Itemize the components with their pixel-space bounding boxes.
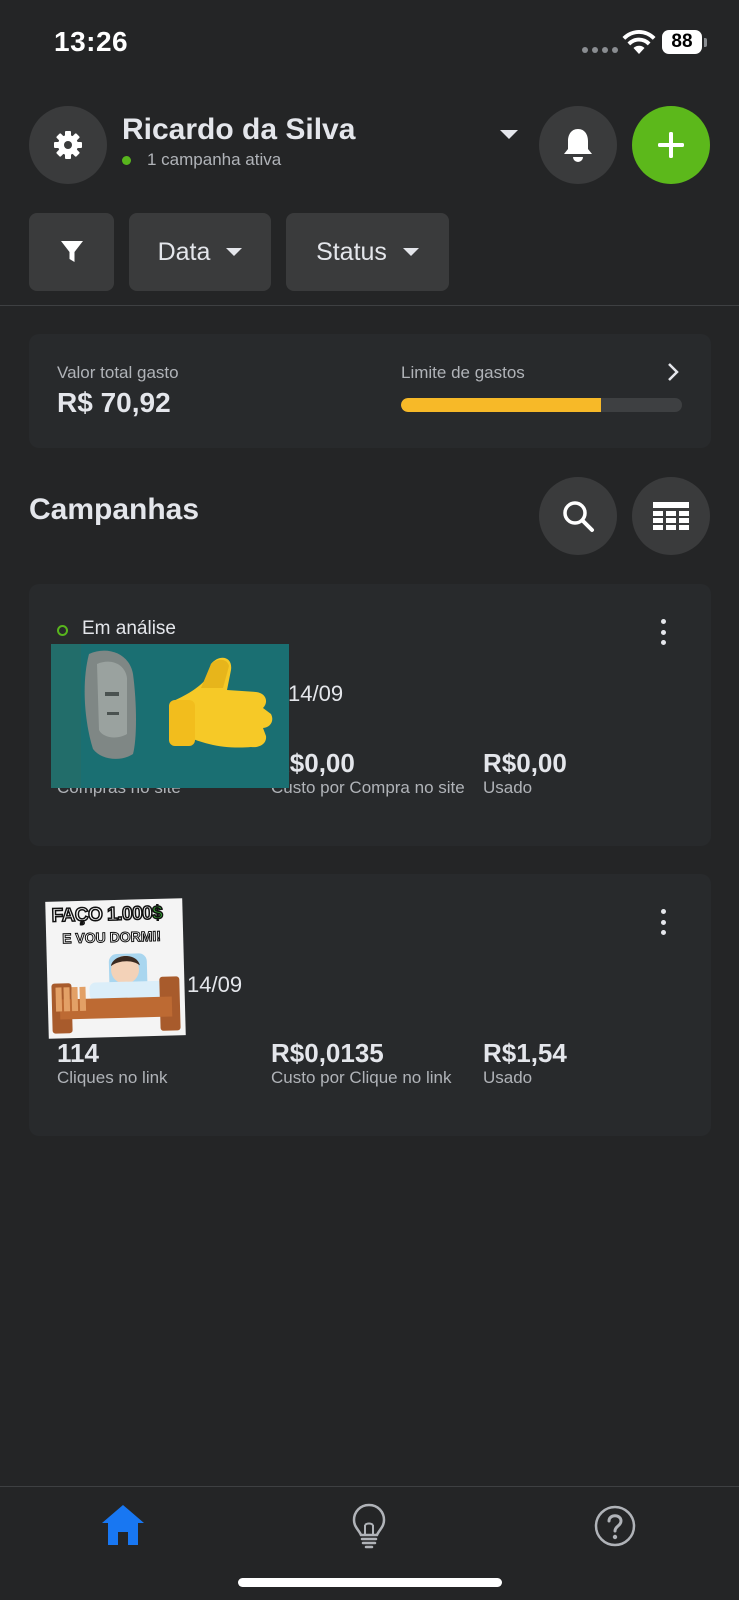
metric-label: Usado xyxy=(483,1068,533,1087)
campaign-date: 14/09 xyxy=(187,972,243,997)
help-icon[interactable] xyxy=(593,1504,637,1548)
metric-value: 114 xyxy=(57,1038,99,1068)
status-filter-dropdown[interactable]: Status xyxy=(286,213,449,291)
create-campaign-button[interactable] xyxy=(632,106,710,184)
total-spent-value: R$ 70,92 xyxy=(57,387,171,418)
metric-value: R$1,54 xyxy=(483,1038,567,1068)
account-name[interactable]: Ricardo da Silva xyxy=(122,113,355,147)
search-button[interactable] xyxy=(539,477,617,555)
settings-button[interactable] xyxy=(29,106,107,184)
campaign-thumbnail: FAÇO 1.000$ E VOU DORMI! xyxy=(45,898,186,1039)
spending-limit-label[interactable]: Limite de gastos xyxy=(401,363,525,383)
campaigns-title: Campanhas xyxy=(29,493,200,526)
thumbnail-headline: FAÇO 1.000$ xyxy=(51,902,164,927)
active-campaigns-label: 1 campanha ativa xyxy=(147,150,282,169)
more-options-button[interactable] xyxy=(651,907,675,937)
sleeping-bed-image xyxy=(51,953,181,1034)
metric-label: Usado xyxy=(483,778,533,797)
date-filter-dropdown[interactable]: Data xyxy=(129,213,271,291)
metric-label: Cliques no link xyxy=(57,1068,168,1087)
metric-value: R$0,0135 xyxy=(271,1038,384,1068)
table-icon xyxy=(653,502,689,530)
chevron-right-icon[interactable] xyxy=(663,360,683,384)
total-spent-label: Valor total gasto xyxy=(57,363,179,382)
metric-value: R$0,00 xyxy=(483,748,567,778)
battery-indicator: 88 xyxy=(662,30,702,54)
lightbulb-icon[interactable] xyxy=(345,1501,393,1549)
spending-limit-progress xyxy=(401,398,682,412)
review-status-icon xyxy=(57,625,68,636)
bell-icon xyxy=(564,129,592,162)
account-dropdown-icon[interactable] xyxy=(500,130,518,139)
campaign-status: Em análise xyxy=(82,618,176,639)
table-view-button[interactable] xyxy=(632,477,710,555)
chevron-down-icon xyxy=(226,248,243,256)
header-divider xyxy=(0,305,739,306)
metric-label: Custo por Compra no site xyxy=(271,778,465,797)
home-icon[interactable] xyxy=(99,1501,147,1549)
date-filter-label: Data xyxy=(157,237,211,266)
campaign-date: 14/09 xyxy=(288,681,344,706)
more-options-button[interactable] xyxy=(651,617,675,647)
cellular-signal-icon xyxy=(582,47,618,53)
spending-limit-progress-fill xyxy=(401,398,601,412)
battery-cap xyxy=(704,38,707,47)
status-time: 13:26 xyxy=(54,26,129,57)
statue-thumbs-up-image xyxy=(51,644,289,788)
filter-button[interactable] xyxy=(29,213,114,291)
notifications-button[interactable] xyxy=(539,106,617,184)
bottom-nav-divider xyxy=(0,1486,739,1487)
active-campaigns-status: 1 campanha ativa xyxy=(122,150,281,170)
thumbnail-subline: E VOU DORMI! xyxy=(61,927,162,947)
chevron-down-icon xyxy=(402,248,419,256)
home-indicator xyxy=(238,1578,502,1587)
campaign-thumbnail xyxy=(51,644,289,788)
search-icon xyxy=(563,501,594,532)
funnel-icon xyxy=(60,241,83,262)
active-status-dot xyxy=(122,155,131,165)
plus-icon xyxy=(658,132,684,158)
status-filter-label: Status xyxy=(316,237,387,266)
wifi-icon xyxy=(622,30,656,54)
gear-icon xyxy=(54,131,82,159)
metric-label: Custo por Clique no link xyxy=(271,1068,452,1087)
